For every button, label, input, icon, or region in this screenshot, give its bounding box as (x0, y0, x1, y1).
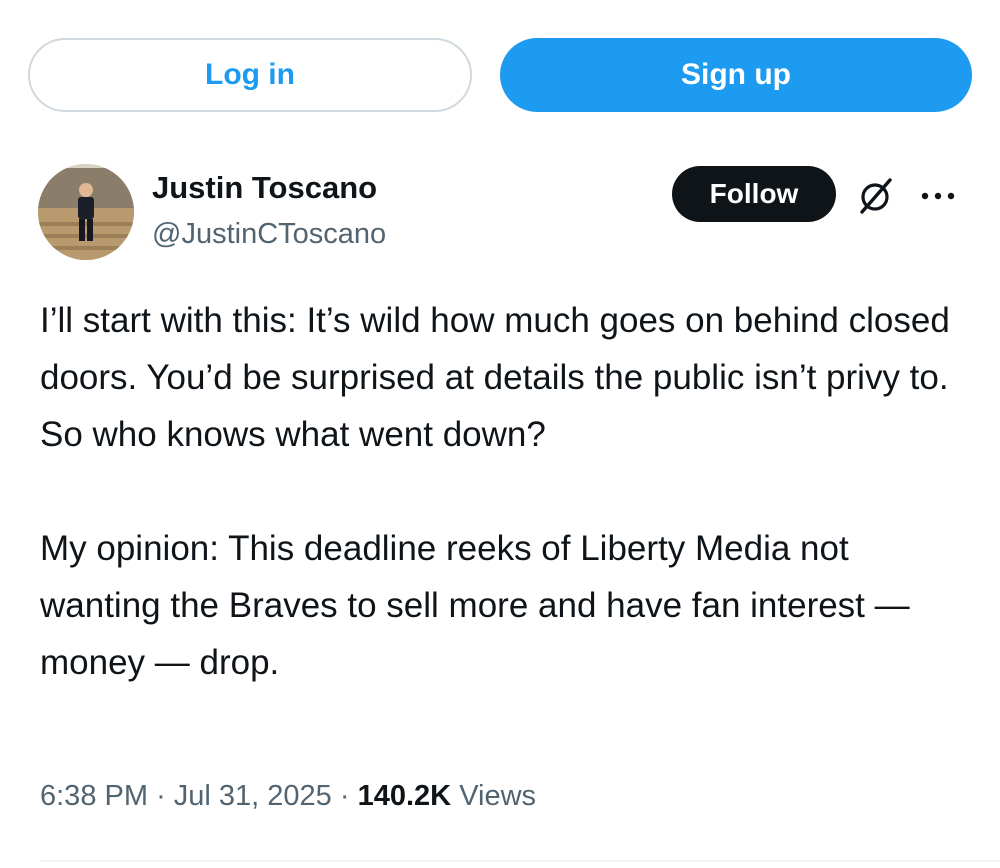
meta-separator: · (156, 780, 166, 812)
meta-separator: · (339, 780, 350, 812)
display-name[interactable]: Justin Toscano (152, 170, 377, 206)
tweet-paragraph: I’ll start with this: It’s wild how much… (40, 301, 950, 454)
user-handle[interactable]: @JustinCToscano (152, 218, 386, 251)
views-count: 140.2K (357, 780, 452, 812)
grok-icon[interactable] (856, 176, 896, 216)
tweet-time[interactable]: 6:38 PM (40, 780, 148, 812)
tweet-page: Log in Sign up Justin Toscano @JustinCTo… (0, 0, 1000, 868)
signup-button[interactable]: Sign up (500, 38, 972, 112)
tweet-text: I’ll start with this: It’s wild how much… (40, 292, 970, 691)
follow-button[interactable]: Follow (672, 166, 836, 222)
more-options-icon[interactable] (916, 178, 960, 214)
login-button[interactable]: Log in (28, 38, 472, 112)
avatar[interactable] (38, 164, 134, 260)
divider (40, 860, 1000, 862)
tweet-date[interactable]: Jul 31, 2025 (174, 780, 332, 812)
tweet-paragraph: My opinion: This deadline reeks of Liber… (40, 529, 910, 682)
auth-bar: Log in Sign up (28, 38, 972, 112)
tweet-meta: 6:38 PM · Jul 31, 2025 · 140.2K Views (40, 780, 536, 813)
views-label: Views (459, 780, 537, 812)
profile-photo-icon (38, 164, 134, 260)
